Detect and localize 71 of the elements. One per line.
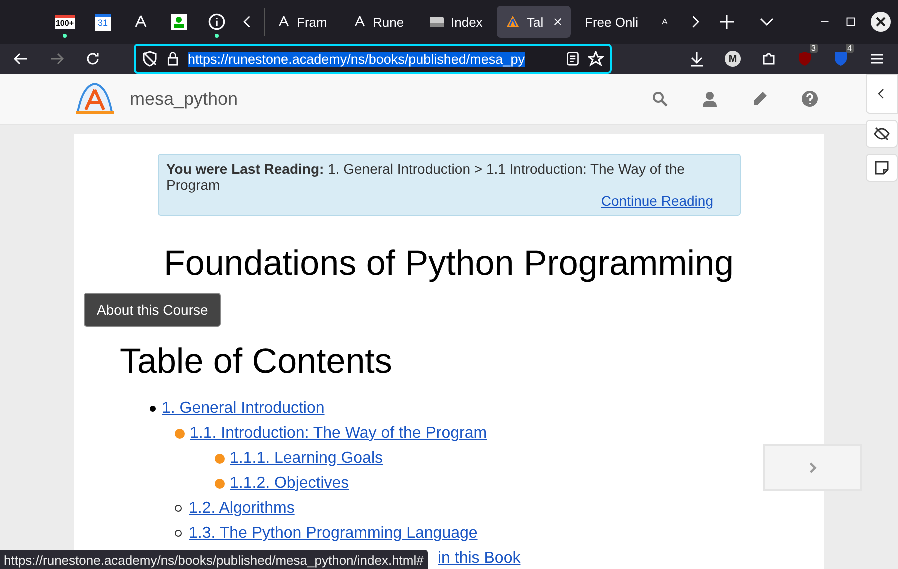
- count-badge: 3: [810, 44, 818, 53]
- help-icon: [802, 91, 818, 107]
- bullet: [150, 406, 156, 412]
- status-url: https://runestone.academy/ns/books/published/mesa_python/index.html#: [0, 550, 428, 569]
- tab-title: Tal: [527, 14, 545, 30]
- runestone-icon: [353, 15, 367, 29]
- tab-title: Free Onli: [585, 14, 639, 30]
- about-course-button[interactable]: About this Course: [84, 293, 222, 327]
- browser-tab[interactable]: Free Onli: [577, 6, 647, 38]
- edit-button[interactable]: [752, 91, 768, 107]
- shield-icon: [833, 51, 849, 67]
- browser-tab[interactable]: Fram: [269, 6, 339, 38]
- calendar-icon: 31: [95, 14, 111, 30]
- last-reading-text: You were Last Reading: 1. General Introduction > 1.1 Introduction: The Way of the Program: [166, 161, 686, 193]
- logo-icon: [74, 82, 116, 116]
- extension-button[interactable]: 4: [826, 44, 856, 74]
- bookmark-star-icon: [588, 51, 604, 67]
- extension-button[interactable]: 3: [790, 44, 820, 74]
- toc-link[interactable]: 1.3. The Python Programming Language: [189, 521, 478, 546]
- runestone-icon: [133, 14, 149, 30]
- toc-link[interactable]: 1.1. Introduction: The Way of the Program: [190, 421, 488, 446]
- toc-link[interactable]: 1. General Introduction: [162, 396, 325, 421]
- info-icon: [208, 13, 226, 31]
- user-button[interactable]: [702, 91, 718, 107]
- logo-icon: [505, 15, 521, 29]
- note-icon: [874, 160, 890, 176]
- pinned-tab[interactable]: 100+: [46, 0, 84, 44]
- download-icon: [689, 51, 705, 67]
- tab-title: Index: [451, 14, 483, 30]
- toc-link[interactable]: in this Book: [438, 546, 521, 569]
- pencil-icon: [752, 91, 768, 107]
- search-button[interactable]: [652, 91, 668, 107]
- runestone-icon: [277, 15, 291, 29]
- user-icon: [702, 91, 718, 107]
- browser-tab[interactable]: Tal: [497, 6, 571, 38]
- drive-icon: [429, 15, 445, 29]
- eye-off-icon: [874, 126, 890, 142]
- book-title: Foundations of Python Programming: [164, 244, 734, 284]
- close-icon: [871, 12, 891, 32]
- reload-icon: [85, 51, 101, 67]
- notes-button[interactable]: [866, 154, 898, 182]
- sidebar-toggle-button[interactable]: [866, 74, 898, 114]
- maximize-icon: [846, 17, 856, 27]
- toc-link[interactable]: 1.2. Algorithms: [189, 496, 295, 521]
- shield-icon: [142, 51, 158, 67]
- continue-reading-link[interactable]: Continue Reading: [601, 193, 714, 209]
- search-icon: [652, 91, 668, 107]
- person-icon: [171, 14, 187, 30]
- count-badge: 4: [846, 44, 854, 53]
- help-button[interactable]: [802, 91, 818, 107]
- reader-view-icon: [566, 52, 580, 66]
- forward-arrow-icon: [49, 51, 65, 67]
- hide-button[interactable]: [866, 120, 898, 148]
- mail-icon: 100+: [54, 15, 76, 29]
- shield-icon: [797, 51, 813, 67]
- account-button[interactable]: M: [718, 44, 748, 74]
- back-arrow-icon: [13, 51, 29, 67]
- address-field[interactable]: https://runestone.academy/ns/books/published/mesa_py: [134, 44, 612, 74]
- toc-link[interactable]: 1.1.2. Objectives: [230, 471, 350, 496]
- close-icon: [553, 17, 563, 27]
- avatar-icon: M: [725, 51, 741, 67]
- toc-link[interactable]: 1.1.1. Learning Goals: [230, 446, 383, 471]
- url-text: https://runestone.academy/ns/books/published/mesa_py: [188, 52, 525, 66]
- browser-tab[interactable]: Index: [421, 6, 491, 38]
- tab-title: Rune: [373, 14, 406, 30]
- plus-icon: [719, 14, 735, 30]
- browser-tab[interactable]: Rune: [345, 6, 415, 38]
- tab-title: Fram: [297, 14, 328, 30]
- pinned-tab[interactable]: 31: [84, 0, 122, 44]
- lock-icon: [166, 52, 180, 66]
- toc-heading: Table of Contents: [120, 342, 394, 382]
